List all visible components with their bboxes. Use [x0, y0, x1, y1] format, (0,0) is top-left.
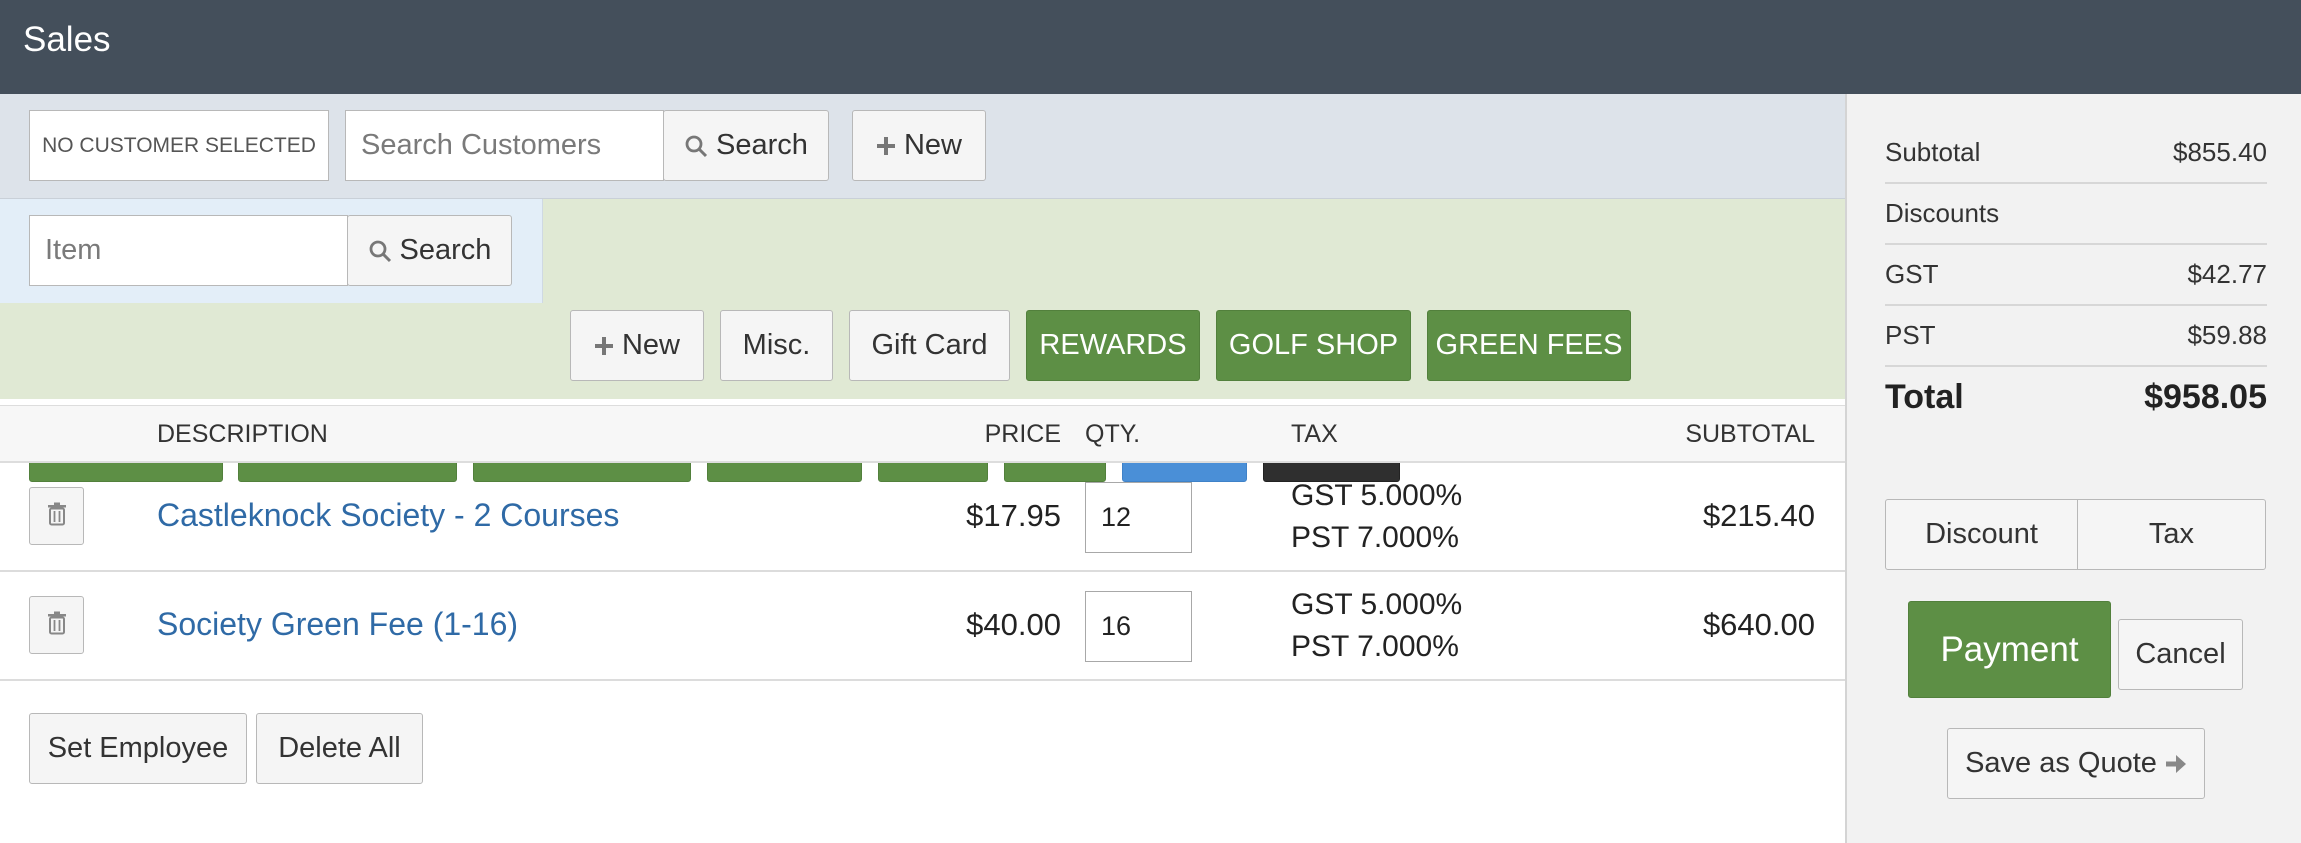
total-label: Total	[1885, 378, 1964, 416]
column-tax: TAX	[1291, 420, 1338, 448]
delete-row-button[interactable]	[29, 596, 84, 654]
item-tax-gst: GST 5.000%	[1291, 479, 1463, 512]
category-golf-shop-button[interactable]: GOLF SHOP	[1216, 310, 1411, 381]
quantity-input[interactable]	[1085, 591, 1192, 662]
customer-bar: NO CUSTOMER SELECTED Search New	[0, 94, 1845, 199]
new-item-button[interactable]: New	[570, 310, 704, 381]
item-search-area: Search	[0, 199, 543, 303]
plus-icon	[594, 336, 614, 356]
summary-pst-row: PST $59.88	[1885, 306, 2267, 367]
cart-table-header: DESCRIPTION PRICE QTY. TAX SUBTOTAL	[0, 405, 1845, 463]
discounts-label: Discounts	[1885, 198, 2000, 228]
subtotal-label: Subtotal	[1885, 137, 1981, 167]
total-value: $958.05	[2144, 378, 2267, 416]
save-as-quote-button[interactable]: Save as Quote	[1947, 728, 2205, 799]
subtotal-value: $855.40	[2173, 137, 2267, 167]
search-icon	[684, 134, 708, 158]
discount-button[interactable]: Discount	[1885, 499, 2078, 570]
item-search-label: Search	[399, 234, 492, 266]
item-subtotal: $215.40	[1702, 498, 1815, 533]
gst-label: GST	[1885, 259, 1939, 289]
app-header: Sales	[0, 0, 2301, 94]
item-tax: GST 5.000% PST 7.000%	[1291, 475, 1462, 559]
delete-all-button[interactable]: Delete All	[256, 713, 423, 784]
new-customer-label: New	[903, 129, 962, 161]
sales-main-panel: NO CUSTOMER SELECTED Search New Search	[0, 94, 1845, 843]
payment-button[interactable]: Payment	[1908, 601, 2111, 698]
customer-search-button[interactable]: Search	[663, 110, 829, 181]
pst-label: PST	[1885, 320, 1936, 350]
summary-gst-row: GST $42.77	[1885, 245, 2267, 306]
search-icon	[368, 239, 392, 263]
customer-status: NO CUSTOMER SELECTED	[29, 110, 329, 181]
plus-icon	[876, 136, 896, 156]
column-subtotal: SUBTOTAL	[1685, 420, 1815, 448]
item-subtotal: $640.00	[1702, 607, 1815, 642]
item-tax-pst: PST 7.000%	[1291, 521, 1459, 554]
new-customer-button[interactable]: New	[852, 110, 986, 181]
column-price: PRICE	[984, 420, 1061, 448]
quantity-input[interactable]	[1085, 482, 1192, 553]
gst-value: $42.77	[2187, 259, 2267, 289]
item-price: $17.95	[966, 498, 1061, 533]
item-tax-pst: PST 7.000%	[1291, 630, 1459, 663]
cancel-button[interactable]: Cancel	[2118, 619, 2243, 690]
customer-search-label: Search	[716, 129, 808, 161]
category-green-fees-button[interactable]: GREEN FEES	[1427, 310, 1631, 381]
gift-card-button[interactable]: Gift Card	[849, 310, 1010, 381]
page-title: Sales	[23, 20, 111, 59]
trash-icon	[47, 502, 67, 531]
item-tax: GST 5.000% PST 7.000%	[1291, 584, 1462, 668]
item-description-link[interactable]: Society Green Fee (1-16)	[157, 606, 518, 643]
misc-button[interactable]: Misc.	[720, 310, 833, 381]
category-rewards-button[interactable]: REWARDS	[1026, 310, 1200, 381]
item-price: $40.00	[966, 607, 1061, 642]
item-search-input[interactable]	[29, 215, 348, 286]
summary-panel: Subtotal $855.40 Discounts GST $42.77 PS…	[1845, 94, 2301, 843]
column-description: DESCRIPTION	[157, 420, 328, 448]
set-employee-button[interactable]: Set Employee	[29, 713, 247, 784]
pst-value: $59.88	[2187, 320, 2267, 350]
trash-icon	[47, 611, 67, 640]
item-tax-gst: GST 5.000%	[1291, 588, 1463, 621]
item-description-link[interactable]: Castleknock Society - 2 Courses	[157, 497, 619, 534]
arrow-right-icon	[2165, 753, 2187, 775]
summary-subtotal-row: Subtotal $855.40	[1885, 123, 2267, 184]
delete-row-button[interactable]	[29, 487, 84, 545]
column-qty: QTY.	[1085, 420, 1141, 448]
item-bar: Search New Misc. Gift Card REWARDS GOLF …	[0, 199, 1845, 482]
customer-search-input[interactable]	[345, 110, 664, 181]
new-item-label: New	[621, 329, 680, 361]
tax-button[interactable]: Tax	[2077, 499, 2266, 570]
item-search-button[interactable]: Search	[347, 215, 512, 286]
summary-total-row: Total $958.05	[1885, 367, 2267, 428]
table-row: Castleknock Society - 2 Courses $17.95 G…	[0, 463, 1845, 572]
table-row: Society Green Fee (1-16) $40.00 GST 5.00…	[0, 572, 1845, 681]
summary-discounts-row: Discounts	[1885, 184, 2267, 245]
save-as-quote-label: Save as Quote	[1965, 747, 2157, 779]
